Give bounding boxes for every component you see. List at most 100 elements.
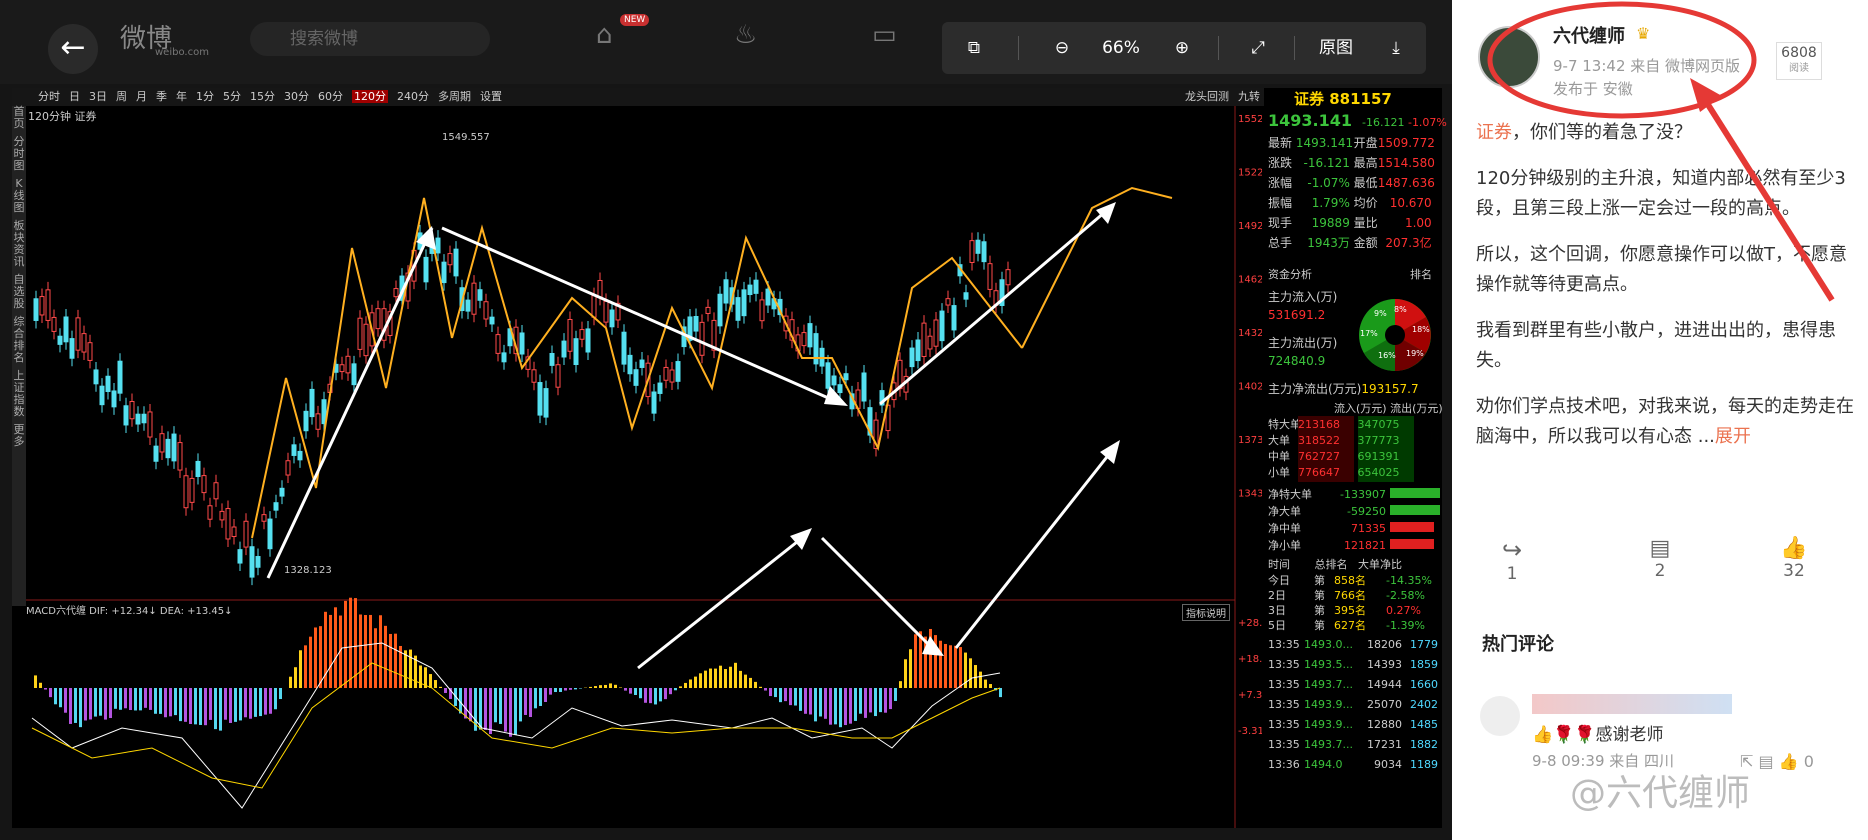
macd-bar	[904, 659, 907, 688]
macd-bar	[984, 679, 987, 688]
candle-body	[951, 305, 957, 331]
macd-bar	[364, 615, 367, 688]
macd-bar	[109, 688, 112, 719]
author-avatar[interactable]	[1478, 26, 1540, 88]
macd-bar	[59, 688, 62, 708]
macd-bar	[734, 662, 737, 688]
candle-body	[573, 338, 579, 366]
candle-body	[159, 433, 165, 453]
fund-pie: 8% 18% 19% 16% 17% 9%	[1359, 299, 1431, 371]
macd-bar	[709, 668, 712, 688]
candle-body	[969, 240, 975, 263]
hot-icon[interactable]: ♨	[734, 20, 757, 50]
search-input[interactable]: 搜索微博	[250, 22, 490, 56]
macd-bar	[434, 680, 437, 688]
macd-bar	[329, 614, 332, 688]
original-button[interactable]: 原图	[1308, 22, 1364, 74]
macd-bar	[224, 688, 227, 720]
candle-body	[219, 510, 225, 521]
candle-body	[261, 514, 267, 522]
macd-bar	[199, 688, 202, 725]
quote-row: 总手 1943万 金额 207.3亿	[1268, 236, 1432, 250]
indicator-help-button[interactable]: 指标说明	[1182, 604, 1230, 621]
candle-body	[189, 477, 195, 503]
macd-bar	[574, 688, 577, 690]
macd-bar	[939, 640, 942, 688]
macd-bar	[239, 688, 242, 721]
net-value: 193157.7	[1361, 382, 1419, 396]
post-location: 发布于 安徽	[1553, 80, 1633, 98]
macd-bar	[669, 688, 672, 695]
share-button[interactable]: ↪ 1	[1472, 536, 1552, 584]
candle-body	[675, 361, 681, 382]
zoom-out-icon[interactable]: ⊖	[1042, 22, 1082, 74]
macd-bar	[279, 688, 282, 700]
macd-bar	[379, 615, 382, 688]
comment-button[interactable]: ▤ 2	[1620, 536, 1700, 581]
macd-bar	[349, 597, 352, 688]
comment-username[interactable]	[1532, 694, 1732, 714]
macd-bar	[429, 674, 432, 688]
candle-body	[255, 556, 261, 568]
macd-bar	[419, 665, 422, 688]
macd-bar	[464, 688, 467, 719]
like-button[interactable]: 👍 32	[1754, 536, 1834, 581]
macd-bar	[674, 688, 677, 691]
macd-axis-label: +7.38	[1238, 690, 1262, 701]
macd-bar	[489, 688, 492, 735]
candle-body	[75, 317, 81, 351]
macd-bar	[989, 684, 992, 688]
fullscreen-icon[interactable]: ⤢	[1238, 22, 1278, 74]
macd-bar	[824, 688, 827, 719]
macd-bar	[74, 688, 77, 723]
macd-bar	[189, 688, 192, 724]
zoom-in-icon[interactable]: ⊕	[1162, 22, 1202, 74]
macd-bar	[204, 688, 207, 726]
macd-bar	[589, 686, 592, 688]
macd-bar	[69, 688, 72, 724]
candle-body	[765, 288, 771, 306]
candle-body	[267, 518, 273, 550]
rotate-icon[interactable]: ⧉	[952, 22, 996, 74]
macd-bar	[264, 688, 267, 715]
author-name[interactable]: 六代缠师	[1553, 22, 1625, 48]
download-icon[interactable]: ⤓	[1376, 22, 1416, 74]
candle-body	[285, 460, 291, 476]
macd-bar	[439, 686, 442, 688]
weibo-logo-sub: weibo.com	[155, 47, 209, 58]
candle-body	[663, 366, 669, 381]
macd-bar	[124, 688, 127, 709]
comment-avatar[interactable]	[1480, 696, 1520, 736]
macd-bar	[649, 688, 652, 704]
like-icon: 👍	[1780, 536, 1808, 561]
macd-bar	[864, 688, 867, 718]
candle-body	[339, 364, 345, 373]
candle-body	[171, 433, 177, 462]
candle-body	[825, 362, 831, 389]
inflow-value: 531691.2	[1268, 308, 1326, 322]
comment-actions[interactable]: ⇱ ▤ 👍 0	[1740, 752, 1814, 771]
macd-bar	[799, 688, 802, 711]
candle-body	[963, 292, 969, 300]
hot-comments-title: 热门评论	[1482, 634, 1554, 655]
macd-bar	[504, 688, 507, 732]
price-axis-label: 1522	[1238, 168, 1262, 179]
back-button[interactable]: ←	[48, 24, 98, 74]
macd-bar	[174, 688, 177, 716]
new-badge: NEW	[620, 14, 650, 26]
candle-body	[237, 549, 243, 564]
quote-row: 振幅 1.79% 均价 10.670	[1268, 196, 1432, 210]
post-meta: 9-7 13:42 来自 微博网页版	[1553, 57, 1741, 75]
candle-body	[747, 284, 753, 296]
topic-link[interactable]: 证券	[1476, 122, 1512, 143]
macd-bar	[614, 684, 617, 688]
macd-bar	[914, 634, 917, 688]
expand-link[interactable]: 展开	[1715, 426, 1751, 447]
macd-bar	[119, 688, 122, 710]
macd-axis-label: -3.31	[1238, 726, 1262, 737]
video-icon[interactable]: ▭	[872, 20, 897, 50]
image-toolbar: ⧉ ⊖ 66% ⊕ ⤢ 原图 ⤓	[942, 22, 1426, 74]
home-icon[interactable]: ⌂	[596, 20, 613, 50]
candle-body	[861, 372, 867, 402]
macd-bar	[819, 688, 822, 717]
